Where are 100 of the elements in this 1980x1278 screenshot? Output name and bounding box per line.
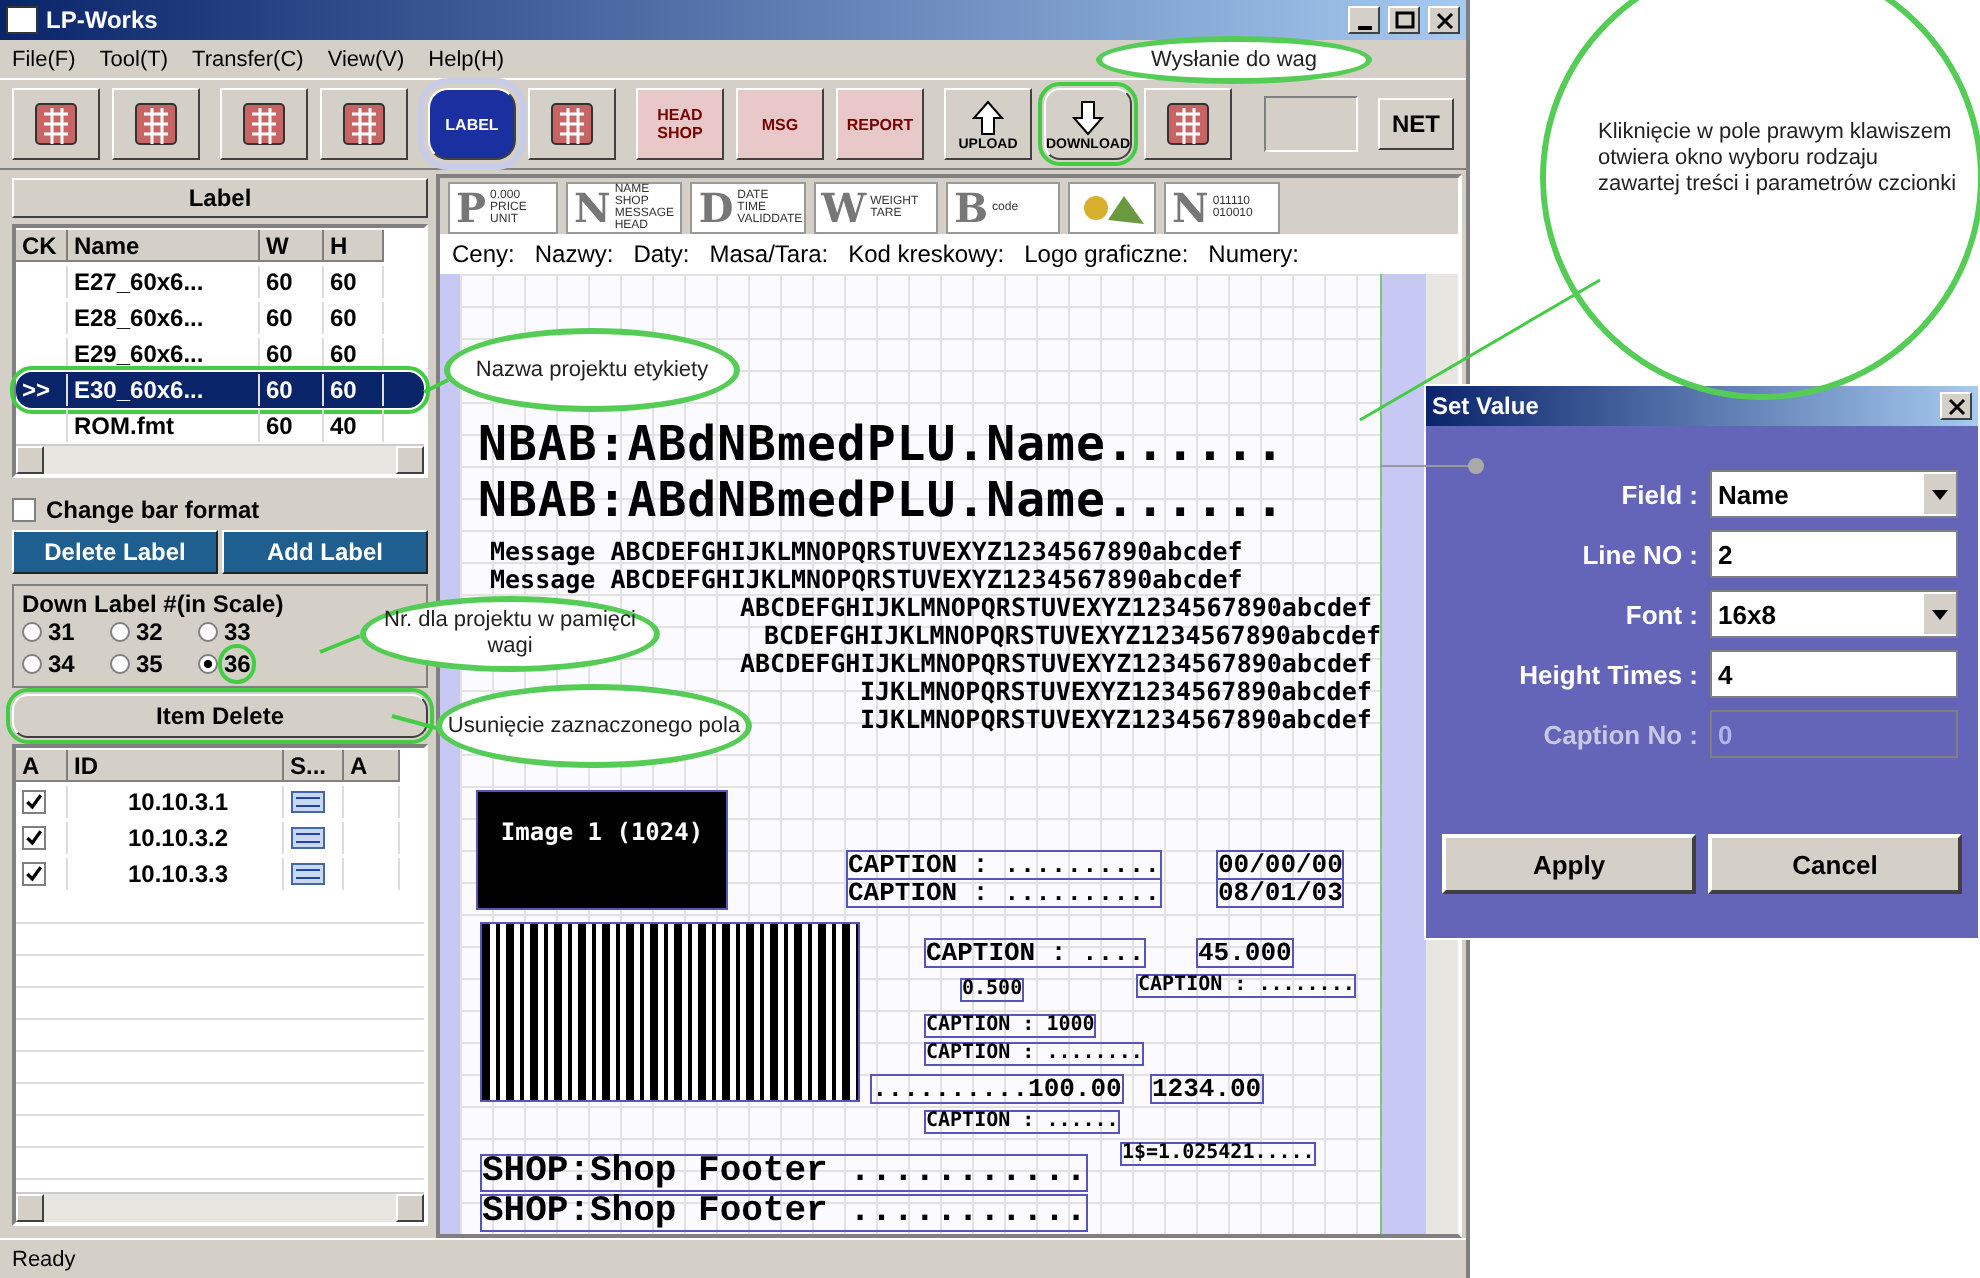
table-row[interactable]: >> E30_60x6... 60 60 bbox=[16, 372, 424, 408]
toolbar-button[interactable] bbox=[112, 88, 200, 160]
dialog-button[interactable]: Apply bbox=[1442, 834, 1696, 894]
checkbox[interactable] bbox=[22, 862, 46, 886]
scrollbar[interactable] bbox=[16, 1192, 424, 1222]
caret-icon bbox=[1932, 609, 1948, 619]
label-field[interactable]: CAPTION : .......... bbox=[846, 850, 1163, 880]
column-header: W bbox=[260, 230, 324, 262]
input-field[interactable]: 2 bbox=[1710, 530, 1958, 578]
up-arrow-icon bbox=[968, 97, 1008, 137]
message-line[interactable]: ABCDEFGHIJKLMNOPQRSTUVEXYZ1234567890abcdef bbox=[740, 650, 1373, 677]
dropdown[interactable]: Name bbox=[1710, 470, 1958, 518]
radio-label: 35 bbox=[136, 650, 163, 678]
label-field[interactable]: 00/00/00 bbox=[1216, 850, 1345, 880]
label-field[interactable]: CAPTION : ...... bbox=[924, 1110, 1121, 1134]
net-field[interactable] bbox=[1264, 96, 1358, 152]
checkbox[interactable] bbox=[22, 790, 46, 814]
field-label: Field : bbox=[1619, 479, 1698, 509]
field-icon bbox=[290, 790, 326, 814]
message-line[interactable]: ABCDEFGHIJKLMNOPQRSTUVEXYZ1234567890abcdef bbox=[740, 594, 1373, 621]
scrollbar[interactable] bbox=[16, 444, 424, 474]
radio-button[interactable] bbox=[22, 622, 42, 642]
menu-item[interactable]: Tool(T) bbox=[99, 47, 169, 71]
input-field[interactable]: 4 bbox=[1710, 650, 1958, 698]
checkbox[interactable] bbox=[22, 826, 46, 850]
action-button[interactable]: Add Label bbox=[222, 530, 428, 574]
toolbar-button[interactable] bbox=[12, 88, 100, 160]
checkbox[interactable] bbox=[12, 498, 36, 522]
tool-letter: W bbox=[821, 184, 867, 232]
radio-button[interactable] bbox=[22, 654, 42, 674]
toolbar-button[interactable] bbox=[1144, 88, 1232, 160]
label-field[interactable]: NBAB:ABdNBmedPLU.Name...... bbox=[476, 418, 1288, 470]
grid-icon bbox=[238, 98, 290, 150]
message-line[interactable]: BCDEFGHIJKLMNOPQRSTUVEXYZ1234567890abcdef bbox=[764, 622, 1382, 649]
field-tool-button[interactable] bbox=[1068, 182, 1157, 234]
label-field[interactable]: ..........100.00 bbox=[870, 1074, 1124, 1104]
maximize-icon bbox=[1393, 9, 1415, 31]
close-button[interactable] bbox=[1940, 392, 1972, 420]
barcode-drawing[interactable] bbox=[480, 922, 860, 1102]
label-field[interactable]: SHOP:Shop Footer ........... bbox=[480, 1154, 1089, 1192]
table-row[interactable]: E28_60x6... 60 60 bbox=[16, 300, 424, 336]
leader-line bbox=[319, 634, 361, 654]
window-title: LP-Works bbox=[46, 6, 158, 34]
radio-label: 34 bbox=[48, 650, 75, 678]
label-field[interactable]: 1234.00 bbox=[1150, 1074, 1264, 1104]
minimize-icon bbox=[1357, 25, 1371, 29]
field-icon bbox=[290, 862, 326, 886]
column-header: A bbox=[344, 750, 400, 782]
action-button[interactable]: Delete Label bbox=[12, 530, 218, 574]
toolbar-button[interactable]: HEAD SHOP bbox=[636, 88, 724, 160]
minimize-button[interactable] bbox=[1348, 6, 1380, 34]
message-line[interactable]: Message ABCDEFGHIJKLMNOPQRSTUVEXYZ1234567890abcdef bbox=[490, 538, 1243, 565]
maximize-button[interactable] bbox=[1388, 6, 1420, 34]
label-field[interactable]: 08/01/03 bbox=[1216, 878, 1345, 908]
label-field[interactable]: CAPTION : ........ bbox=[1136, 974, 1357, 998]
label-field[interactable]: CAPTION : 1000 bbox=[924, 1014, 1097, 1038]
grid-icon bbox=[30, 98, 82, 150]
field-icon bbox=[290, 826, 326, 850]
label-field[interactable]: CAPTION : .... bbox=[924, 938, 1147, 968]
leader-line bbox=[391, 714, 437, 730]
dialog-button[interactable]: Cancel bbox=[1708, 834, 1962, 894]
toolbar-button[interactable] bbox=[320, 88, 408, 160]
toolbar-button[interactable]: MSG bbox=[736, 88, 824, 160]
net-button[interactable]: NET bbox=[1378, 98, 1454, 150]
toolbar-button[interactable] bbox=[220, 88, 308, 160]
field-caption: Nazwy: bbox=[534, 240, 614, 268]
grid-icon bbox=[338, 98, 390, 150]
message-line[interactable]: IJKLMNOPQRSTUVEXYZ1234567890abcdef bbox=[860, 678, 1372, 705]
close-button[interactable] bbox=[1428, 6, 1460, 34]
message-line[interactable]: IJKLMNOPQRSTUVEXYZ1234567890abcdef bbox=[860, 706, 1372, 733]
menu-item[interactable]: File(F) bbox=[12, 47, 76, 71]
label-field[interactable]: 45.000 bbox=[1196, 938, 1294, 968]
label-field[interactable]: CAPTION : .......... bbox=[846, 878, 1163, 908]
toolbar-button[interactable] bbox=[528, 88, 616, 160]
dropdown[interactable]: 16x8 bbox=[1710, 590, 1958, 638]
image-placeholder[interactable]: Image 1 (1024) bbox=[476, 790, 728, 910]
checkbox-label: Change bar format bbox=[46, 496, 260, 524]
column-header: Name bbox=[68, 230, 260, 262]
close-icon bbox=[1945, 395, 1967, 417]
label-field[interactable]: 1$=1.025421..... bbox=[1120, 1142, 1317, 1166]
toolbar-button[interactable]: REPORT bbox=[836, 88, 924, 160]
label-field[interactable]: NBAB:ABdNBmedPLU.Name...... bbox=[476, 474, 1288, 526]
radio-button[interactable] bbox=[110, 622, 130, 642]
table-row[interactable]: ROM.fmt 60 40 bbox=[16, 408, 424, 444]
menu-item[interactable]: Help(H) bbox=[428, 47, 505, 71]
table-row[interactable]: E27_60x6... 60 60 bbox=[16, 264, 424, 300]
label-field[interactable]: CAPTION : ........ bbox=[924, 1042, 1145, 1066]
item-delete-button[interactable]: Item Delete bbox=[12, 694, 428, 738]
radio-button[interactable] bbox=[198, 622, 218, 642]
field-caption: Daty: bbox=[633, 240, 690, 268]
radio-button[interactable] bbox=[198, 654, 218, 674]
menu-item[interactable]: Transfer(C) bbox=[192, 47, 304, 71]
message-line[interactable]: Message ABCDEFGHIJKLMNOPQRSTUVEXYZ1234567890abcdef bbox=[490, 566, 1243, 593]
tool-letter: B bbox=[954, 184, 989, 232]
field-caption: Numery: bbox=[1208, 240, 1300, 268]
label-field[interactable]: SHOP:Shop Footer ........... bbox=[480, 1194, 1089, 1232]
label-field[interactable]: 0.500 bbox=[960, 978, 1025, 1002]
menu-item[interactable]: View(V) bbox=[327, 47, 405, 71]
radio-button[interactable] bbox=[110, 654, 130, 674]
grid-icon bbox=[546, 98, 598, 150]
